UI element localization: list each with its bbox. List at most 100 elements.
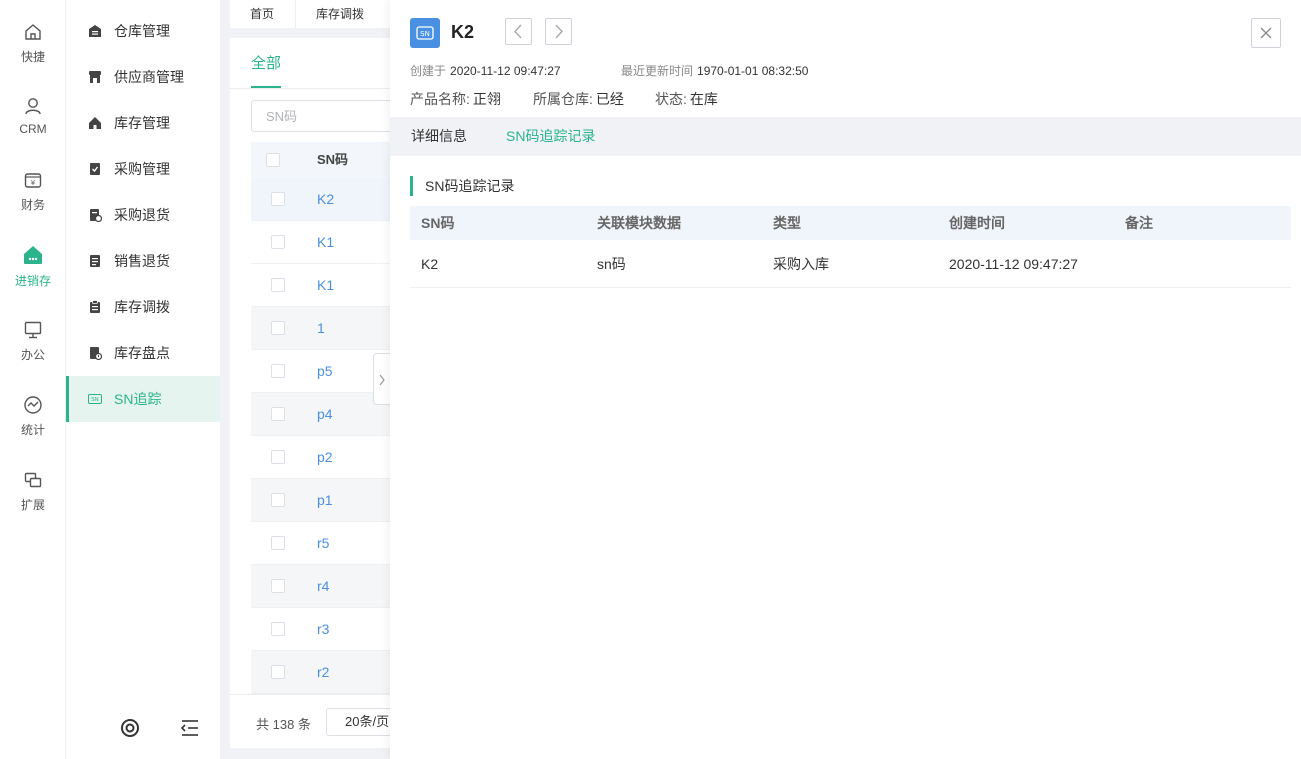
row-checkbox[interactable] [271, 493, 285, 507]
tab-sn-trace[interactable]: SN码追踪记录 [506, 117, 595, 156]
tab-divider [230, 88, 400, 89]
rail-label: 快捷 [20, 50, 45, 64]
column-header: 备注 [1125, 215, 1153, 231]
sn-link[interactable]: p5 [317, 350, 333, 393]
rail-item-inventory[interactable]: 进销存 [0, 244, 66, 306]
sn-link[interactable]: r5 [317, 522, 329, 565]
rail-label: 扩展 [20, 498, 45, 512]
submenu-item-warehouse[interactable]: 仓库管理 [66, 8, 220, 54]
row-checkbox[interactable] [271, 321, 285, 335]
close-button[interactable] [1251, 18, 1281, 48]
status-value: 在库 [689, 91, 718, 107]
sub-menu: 仓库管理 供应商管理 库存管理 采购管理 采购退货 销售退货 库存调拨 库存盘点… [66, 0, 220, 759]
settings-icon[interactable] [120, 718, 140, 738]
table-row[interactable]: 1 [251, 307, 400, 350]
row-checkbox[interactable] [271, 364, 285, 378]
chevron-left-icon [514, 24, 522, 39]
sales-return-icon [90, 255, 100, 267]
select-all-checkbox[interactable] [266, 153, 280, 167]
rail-item-finance[interactable]: ¥ 财务 [0, 170, 66, 232]
sn-badge-icon: SN [410, 18, 440, 48]
rail-item-office[interactable]: 办公 [0, 320, 66, 382]
rail-label: 办公 [20, 348, 45, 362]
cell-created-time: 2020-11-12 09:47:27 [949, 256, 1078, 272]
warehouse-icon [89, 25, 101, 37]
sn-search-input[interactable] [251, 100, 411, 132]
row-checkbox[interactable] [271, 450, 285, 464]
svg-text:SN: SN [91, 397, 99, 403]
rail-item-crm[interactable]: CRM [0, 96, 66, 158]
table-row: K2 sn码 采购入库 2020-11-12 09:47:27 [410, 240, 1291, 288]
table-row[interactable]: r5 [251, 522, 400, 565]
chart-icon [24, 396, 42, 414]
rail-item-extension[interactable]: 扩展 [0, 470, 66, 532]
store-icon [89, 71, 101, 83]
submenu-item-purchase[interactable]: 采购管理 [66, 146, 220, 192]
submenu-label: 库存调拨 [114, 299, 170, 315]
sn-link[interactable]: p1 [317, 479, 333, 522]
pagination-bar: 共 138 条 20条/页 [230, 694, 406, 748]
table-row[interactable]: K1 [251, 264, 400, 307]
sn-link[interactable]: p2 [317, 436, 333, 479]
row-checkbox[interactable] [271, 192, 285, 206]
product-label: 产品名称: [410, 91, 470, 107]
table-row[interactable]: r2 [251, 651, 400, 694]
drawer-collapse-handle[interactable] [373, 353, 390, 405]
sn-link[interactable]: r4 [317, 565, 329, 608]
tab-stock-transfer[interactable]: 库存调拨 [296, 0, 384, 28]
column-header: 关联模块数据 [597, 215, 681, 231]
next-record-button[interactable] [545, 18, 572, 45]
submenu-item-stocktake[interactable]: 库存盘点 [66, 330, 220, 376]
submenu-item-transfer[interactable]: 库存调拨 [66, 284, 220, 330]
sn-link[interactable]: 1 [317, 307, 325, 350]
row-checkbox[interactable] [271, 579, 285, 593]
submenu-item-sn-trace[interactable]: SN SN追踪 [66, 376, 220, 422]
drawer-title: K2 [451, 22, 475, 42]
submenu-label: 销售退货 [114, 253, 170, 269]
submenu-label: 库存管理 [114, 115, 170, 131]
row-checkbox[interactable] [271, 407, 285, 421]
table-row[interactable]: K1 [251, 221, 400, 264]
tab-detail-info[interactable]: 详细信息 [411, 117, 467, 156]
submenu-item-stock[interactable]: 库存管理 [66, 100, 220, 146]
submenu-item-supplier[interactable]: 供应商管理 [66, 54, 220, 100]
row-checkbox[interactable] [271, 536, 285, 550]
monitor-icon [24, 321, 42, 339]
stocktake-icon [90, 347, 102, 360]
submenu-item-sales-return[interactable]: 销售退货 [66, 238, 220, 284]
chevron-right-icon [379, 374, 385, 386]
submenu-item-purchase-return[interactable]: 采购退货 [66, 192, 220, 238]
rail-item-shortcut[interactable]: 快捷 [0, 22, 66, 84]
table-row[interactable]: p2 [251, 436, 400, 479]
tab-all[interactable]: 全部 [251, 52, 281, 88]
sn-list-table: SN码 K2 K1 K1 1 p5 p4 p2 p1 r5 r4 r3 r2 [251, 142, 400, 694]
table-row[interactable]: r4 [251, 565, 400, 608]
table-row[interactable]: p1 [251, 479, 400, 522]
rail-label: 进销存 [14, 274, 51, 288]
submenu-label: 采购管理 [114, 161, 170, 177]
status-label: 状态: [655, 91, 687, 107]
rail-label: 统计 [20, 423, 45, 437]
submenu-label: 采购退货 [114, 207, 170, 223]
row-checkbox[interactable] [271, 278, 285, 292]
submenu-label: 库存盘点 [114, 345, 170, 361]
tab-home[interactable]: 首页 [230, 0, 294, 28]
row-checkbox[interactable] [271, 235, 285, 249]
sn-link[interactable]: r2 [317, 651, 329, 694]
table-row[interactable]: K2 [251, 178, 400, 221]
collapse-menu-icon[interactable] [180, 718, 200, 738]
sn-link[interactable]: r3 [317, 608, 329, 651]
sn-link[interactable]: K1 [317, 221, 334, 264]
user-icon [25, 98, 41, 115]
rail-item-stats[interactable]: 统计 [0, 395, 66, 457]
row-checkbox[interactable] [271, 622, 285, 636]
sn-link[interactable]: K1 [317, 264, 334, 307]
table-row[interactable]: r3 [251, 608, 400, 651]
table-header-row: SN码 关联模块数据 类型 创建时间 备注 [410, 206, 1291, 240]
submenu-label: SN追踪 [114, 391, 162, 407]
sn-link[interactable]: p4 [317, 393, 333, 436]
prev-record-button[interactable] [505, 18, 532, 45]
row-checkbox[interactable] [271, 665, 285, 679]
sn-link[interactable]: K2 [317, 178, 334, 221]
column-header: 创建时间 [949, 215, 1005, 231]
